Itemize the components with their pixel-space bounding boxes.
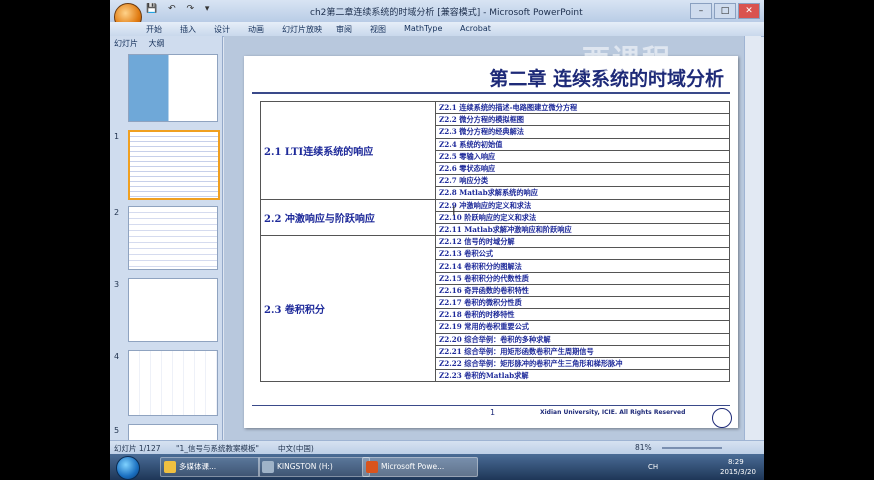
outline-item: Z2.19 常用的卷积重要公式 — [435, 320, 730, 334]
taskbar-item-powerpoint[interactable]: Microsoft Powe... — [362, 457, 478, 477]
outline-item: Z2.10 阶跃响应的定义和求法 — [435, 210, 730, 224]
outline-item: Z2.2 微分方程的模拟框图 — [435, 113, 730, 127]
outline-item: Z2.7 响应分类 — [435, 174, 730, 188]
vertical-scrollbar[interactable] — [744, 36, 761, 440]
outline-item: Z2.22 综合举例：矩形脉冲的卷积产生三角形和梯形脉冲 — [435, 356, 730, 371]
outline-row: 2.1 LTI连续系统的响应 Z2.1 连续系统的描述-电路图建立微分方程 — [260, 100, 730, 200]
maximize-button[interactable]: □ — [714, 3, 736, 19]
powerpoint-icon — [366, 461, 378, 473]
outline-item: Z2.17 卷积的微积分性质 — [435, 295, 730, 310]
outline-item: Z2.8 Matlab求解系统的响应 — [435, 186, 730, 200]
watermark-logo: 西课程 — [582, 43, 673, 76]
tab-view[interactable]: 视图 — [370, 24, 386, 35]
slide-page-number: 1 — [490, 408, 496, 417]
zoom-slider[interactable] — [662, 447, 722, 449]
theme-name: "1_信号与系统教案模板" — [176, 444, 259, 453]
outline-item: Z2.12 信号的时域分解 — [435, 235, 730, 249]
close-button[interactable]: ✕ — [738, 3, 760, 19]
outline-item: Z2.20 综合举例：卷积的多种求解 — [435, 332, 730, 346]
slide-thumbnail[interactable] — [128, 206, 218, 270]
thumbnail-number: 2 — [114, 208, 120, 217]
tab-animation[interactable]: 动画 — [248, 24, 264, 35]
outline-item: Z2.23 卷积的Matlab求解 — [435, 369, 730, 383]
tab-mathtype[interactable]: MathType — [404, 24, 442, 33]
thumbnail-number: 5 — [114, 426, 120, 435]
pane-tabs: 幻灯片 大纲 — [114, 38, 173, 49]
taskbar-item-label: KINGSTON (H:) — [277, 462, 333, 471]
footer-line — [252, 405, 730, 406]
thumbnail-number: 1 — [114, 132, 120, 141]
slide-thumbnail[interactable] — [128, 54, 218, 122]
ribbon-tabs: 开始 插入 设计 动画 幻灯片放映 审阅 视图 MathType Acrobat — [110, 22, 764, 37]
system-tray: CH 8:29 2015/3/20 — [648, 456, 758, 478]
start-button[interactable] — [116, 456, 140, 480]
windows-taskbar: 多媒体课... KINGSTON (H:) Microsoft Powe... … — [110, 454, 764, 480]
taskbar-item-label: Microsoft Powe... — [381, 462, 445, 471]
slide-thumbnail-pane: 幻灯片 大纲 1 2 3 4 5 — [110, 36, 223, 442]
text-cursor-icon: I — [452, 204, 456, 218]
slide-footer-text: Xidian University, ICIE. All Rights Rese… — [540, 409, 686, 416]
outline-item: Z2.16 奇异函数的卷积特性 — [435, 283, 730, 298]
outline-item: Z2.21 综合举例：用矩形函数卷积产生周期信号 — [435, 344, 730, 358]
clock-time[interactable]: 8:29 — [728, 458, 744, 466]
university-seal-icon — [712, 408, 732, 428]
outline-item: Z2.11 Matlab求解冲激响应和阶跃响应 — [435, 222, 730, 237]
outline-item: Z2.18 卷积的时移特性 — [435, 308, 730, 322]
quick-access-toolbar[interactable]: 💾 ↶ ↷ ▾ — [146, 4, 213, 14]
tab-slideshow[interactable]: 幻灯片放映 — [282, 24, 322, 35]
thumbnail-number: 3 — [114, 280, 120, 289]
tab-slides[interactable]: 幻灯片 — [114, 39, 138, 48]
tab-home[interactable]: 开始 — [146, 24, 162, 35]
slide[interactable]: 第二章 连续系统的时域分析 2.1 LTI连续系统的响应 Z2.1 连续系统的描述… — [244, 56, 738, 428]
window-title: ch2第二章连续系统的时域分析 [兼容模式] - Microsoft Power… — [310, 8, 583, 18]
tab-insert[interactable]: 插入 — [180, 24, 196, 35]
outline-item: Z2.1 连续系统的描述-电路图建立微分方程 — [435, 100, 730, 115]
section-heading: 2.2 冲激响应与阶跃响应 — [260, 198, 436, 237]
chapter-outline-table: 2.1 LTI连续系统的响应 Z2.1 连续系统的描述-电路图建立微分方程 Z2.2… — [260, 100, 730, 383]
outline-item: Z2.9 冲激响应的定义和求法 — [435, 198, 730, 212]
outline-item: Z2.3 微分方程的经典解法 — [435, 125, 730, 139]
language-status: 中文(中国) — [278, 444, 314, 453]
zoom-level[interactable]: 81% — [635, 443, 652, 452]
taskbar-item-multimedia[interactable]: 多媒体课... — [160, 457, 260, 477]
tab-outline[interactable]: 大纲 — [149, 39, 165, 48]
usb-drive-icon — [262, 461, 274, 473]
outline-item: Z2.4 系统的初始值 — [435, 137, 730, 151]
title-underline — [252, 92, 730, 94]
thumbnail-number: 4 — [114, 352, 120, 361]
desktop-screen: 💾 ↶ ↷ ▾ ch2第二章连续系统的时域分析 [兼容模式] - Microso… — [110, 0, 764, 480]
outline-item: Z2.15 卷积积分的代数性质 — [435, 271, 730, 285]
tab-acrobat[interactable]: Acrobat — [460, 24, 491, 33]
taskbar-item-label: 多媒体课... — [179, 462, 217, 471]
slide-position: 幻灯片 1/127 — [114, 444, 161, 453]
outline-row: 2.2 冲激响应与阶跃响应 Z2.9 冲激响应的定义和求法 — [260, 198, 730, 237]
title-bar: 💾 ↶ ↷ ▾ ch2第二章连续系统的时域分析 [兼容模式] - Microso… — [110, 0, 764, 31]
clock-date[interactable]: 2015/3/20 — [720, 468, 756, 476]
folder-icon — [164, 461, 176, 473]
slide-thumbnail[interactable] — [128, 350, 218, 416]
slide-thumbnail[interactable] — [128, 278, 218, 342]
outline-item: Z2.14 卷积积分的图解法 — [435, 259, 730, 273]
language-indicator[interactable]: CH — [648, 463, 658, 471]
slide-editing-area: 第二章 连续系统的时域分析 2.1 LTI连续系统的响应 Z2.1 连续系统的描述… — [224, 36, 744, 440]
outline-row: 2.3 卷积积分 Z2.12 信号的时域分解 — [260, 235, 730, 383]
slide-thumbnail-selected[interactable] — [128, 130, 220, 200]
section-heading: 2.3 卷积积分 — [260, 235, 436, 383]
outline-item: Z2.6 零状态响应 — [435, 161, 730, 176]
section-heading: 2.1 LTI连续系统的响应 — [260, 101, 436, 200]
outline-item: Z2.13 卷积公式 — [435, 247, 730, 261]
tab-design[interactable]: 设计 — [214, 24, 230, 35]
status-bar: 幻灯片 1/127 "1_信号与系统教案模板" 中文(中国) 81% — [110, 440, 764, 455]
window-controls: – □ ✕ — [690, 3, 760, 19]
outline-item: Z2.5 零输入响应 — [435, 149, 730, 163]
tab-review[interactable]: 审阅 — [336, 24, 352, 35]
taskbar-item-kingston[interactable]: KINGSTON (H:) — [258, 457, 370, 477]
minimize-button[interactable]: – — [690, 3, 712, 19]
